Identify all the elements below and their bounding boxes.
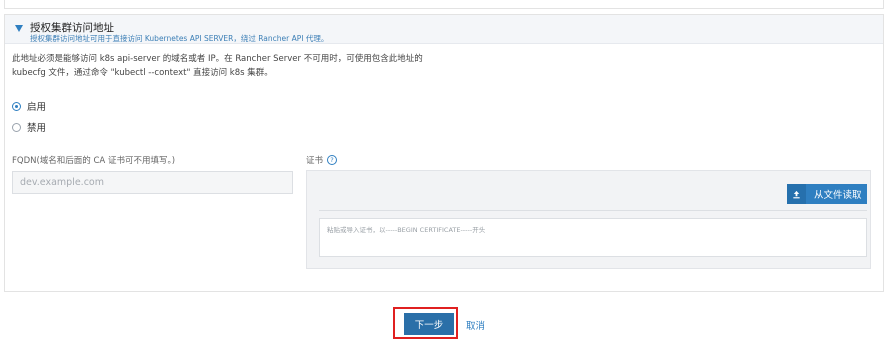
radio-enable-circle[interactable] <box>12 101 21 111</box>
question-circle-icon[interactable]: ? <box>327 155 338 165</box>
previous-section-card <box>4 0 884 9</box>
caret-down-icon[interactable] <box>15 25 23 32</box>
fqdn-label: FQDN(域名和后面的 CA 证书可不用填写。) <box>12 156 176 166</box>
section-subtitle: 授权集群访问地址可用于直接访问 Kubernetes API SERVER，绕过… <box>30 34 329 43</box>
section-header[interactable]: 授权集群访问地址 授权集群访问地址可用于直接访问 Kubernetes API … <box>5 15 883 44</box>
radio-disable[interactable]: 禁用 <box>12 120 46 134</box>
upload-icon <box>787 184 806 204</box>
radio-disable-circle[interactable] <box>12 122 21 132</box>
radio-disable-label: 禁用 <box>27 123 47 134</box>
radio-enable-label: 启用 <box>27 102 47 113</box>
cert-textarea[interactable] <box>319 218 867 257</box>
cert-divider <box>319 210 867 211</box>
cancel-link[interactable]: 取消 <box>466 318 485 332</box>
endpoint-description: 此地址必须是能够访问 k8s api-server 的域名或者 IP。在 Ran… <box>12 53 442 80</box>
cert-label-wrap: 证书 ? <box>306 154 338 166</box>
cert-panel: 从文件读取 <box>306 170 871 269</box>
read-from-file-label: 从文件读取 <box>814 190 862 201</box>
cert-label: 证书 <box>306 156 324 166</box>
next-button[interactable]: 下一步 <box>404 313 454 335</box>
description-line-1: 此地址必须是能够访问 k8s api-server 的域名或者 IP。在 Ran… <box>12 54 423 64</box>
radio-enable[interactable]: 启用 <box>12 99 46 113</box>
fqdn-input[interactable] <box>12 171 293 194</box>
read-from-file-button[interactable]: 从文件读取 <box>787 184 867 204</box>
description-line-2: kubecfg 文件，通过命令 "kubectl --context" 直接访问… <box>12 67 273 78</box>
